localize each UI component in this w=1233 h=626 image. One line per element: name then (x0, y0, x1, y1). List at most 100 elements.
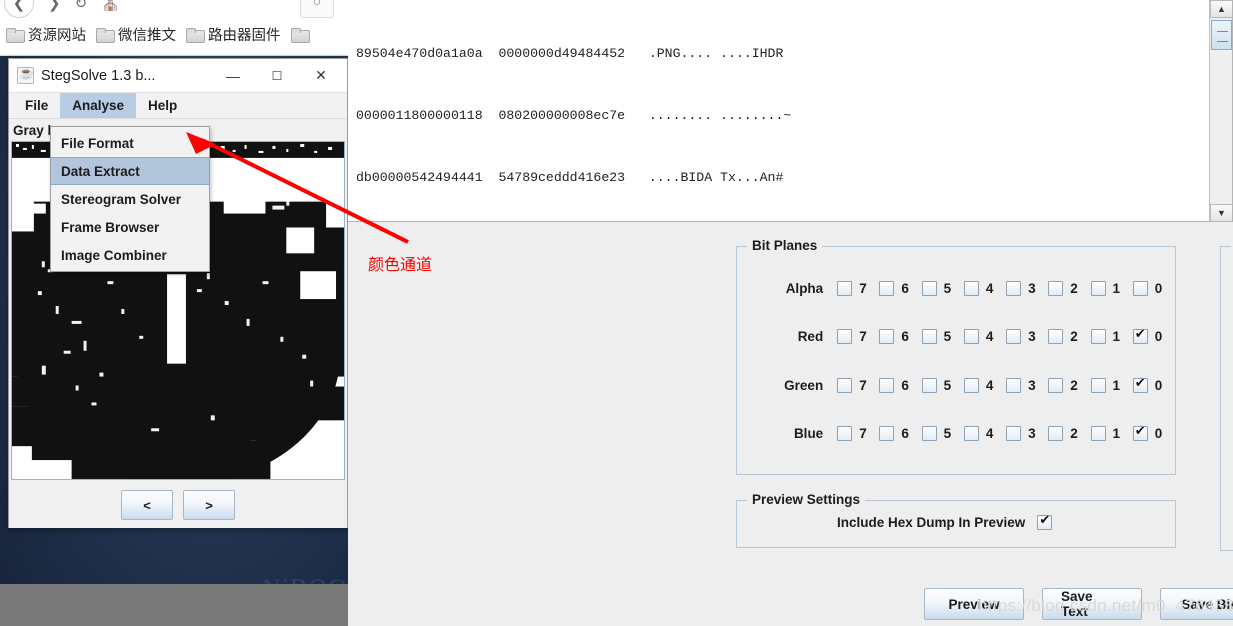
blue-bit-7[interactable]: 7 (837, 425, 879, 441)
checkbox[interactable] (1132, 280, 1148, 296)
analyse-dropdown-menu: File Format Data Extract Stereogram Solv… (50, 126, 210, 272)
red-bit-6[interactable]: 6 (879, 328, 921, 344)
blue-bit-6[interactable]: 6 (879, 425, 921, 441)
checkbox[interactable] (837, 280, 853, 296)
checkbox[interactable] (921, 328, 937, 344)
checkbox[interactable] (1090, 425, 1106, 441)
scroll-down-icon[interactable]: ▼ (1210, 204, 1232, 221)
menu-item-image-combiner[interactable]: Image Combiner (51, 241, 209, 269)
alpha-bit-4[interactable]: 4 (963, 280, 1006, 296)
checkbox[interactable] (837, 377, 853, 393)
checkbox[interactable] (1006, 280, 1022, 296)
green-bit-2[interactable]: 2 (1048, 377, 1090, 393)
bookmark-item[interactable]: 资源网站 (6, 24, 86, 45)
checkbox[interactable] (1132, 376, 1148, 393)
checkbox[interactable] (1090, 328, 1106, 344)
checkbox[interactable] (837, 425, 853, 441)
minimize-button[interactable]: — (211, 59, 255, 92)
checkbox[interactable] (1006, 328, 1022, 344)
hex-dump-scrollbar[interactable]: ▲ ▼ (1209, 0, 1232, 221)
checkbox[interactable] (1048, 328, 1064, 344)
blue-bit-1[interactable]: 1 (1090, 425, 1133, 441)
menu-item-frame-browser[interactable]: Frame Browser (51, 213, 209, 241)
stegsolve-titlebar: StegSolve 1.3 b... — ☐ ✕ (9, 59, 347, 93)
bookmarks-bar: 资源网站 微信推文 路由器固件 (6, 24, 310, 45)
close-button[interactable]: ✕ (299, 59, 343, 92)
hex-dump-pane[interactable]: 89504e470d0a1a0a 0000000d49484452 .PNG..… (348, 0, 1233, 222)
menu-item-file-format[interactable]: File Format (51, 129, 209, 157)
checkbox[interactable] (879, 377, 895, 393)
green-bit-1[interactable]: 1 (1090, 377, 1133, 393)
alpha-bit-1[interactable]: 1 (1090, 280, 1133, 296)
next-plane-button[interactable]: > (183, 490, 235, 520)
checkbox[interactable] (1048, 280, 1064, 296)
checkbox[interactable] (837, 328, 853, 344)
green-bit-0[interactable]: 0 (1132, 376, 1175, 393)
profile-icon[interactable]: ○ (300, 0, 334, 18)
blue-bit-4[interactable]: 4 (963, 425, 1006, 441)
checkbox[interactable] (963, 280, 979, 296)
green-bit-7[interactable]: 7 (837, 377, 879, 393)
alpha-bit-3[interactable]: 3 (1006, 280, 1048, 296)
checkbox[interactable] (1090, 377, 1106, 393)
checkbox[interactable] (1006, 377, 1022, 393)
red-bit-3[interactable]: 3 (1006, 328, 1048, 344)
checkbox[interactable] (1132, 424, 1148, 441)
bookmark-item[interactable]: 微信推文 (96, 24, 176, 45)
blue-bit-5[interactable]: 5 (921, 425, 964, 441)
blue-bit-0[interactable]: 0 (1132, 424, 1175, 441)
include-hex-dump-row[interactable]: Include Hex Dump In Preview (837, 513, 1053, 530)
bookmark-item[interactable] (290, 28, 310, 43)
back-icon[interactable]: ❮ (4, 0, 34, 18)
checkbox[interactable] (921, 425, 937, 441)
red-bit-1[interactable]: 1 (1090, 328, 1133, 344)
checkbox[interactable] (1006, 425, 1022, 441)
red-bit-5[interactable]: 5 (921, 328, 964, 344)
alpha-bit-5[interactable]: 5 (921, 280, 964, 296)
menu-file[interactable]: File (13, 93, 60, 118)
bookmark-label: 资源网站 (28, 28, 86, 44)
green-bit-3[interactable]: 3 (1006, 377, 1048, 393)
reload-icon[interactable]: ↻ (75, 0, 88, 12)
checkbox[interactable] (1048, 377, 1064, 393)
red-bit-7[interactable]: 7 (837, 328, 879, 344)
bookmark-item[interactable]: 路由器固件 (186, 24, 281, 45)
menu-item-stereogram-solver[interactable]: Stereogram Solver (51, 185, 209, 213)
green-bit-5[interactable]: 5 (921, 377, 964, 393)
forward-icon[interactable]: ❯ (48, 0, 61, 12)
checkbox[interactable] (879, 280, 895, 296)
checkbox[interactable] (1048, 425, 1064, 441)
scrollbar-thumb[interactable] (1211, 20, 1232, 50)
checkbox[interactable] (963, 328, 979, 344)
red-bit-2[interactable]: 2 (1048, 328, 1090, 344)
blue-bit-2[interactable]: 2 (1048, 425, 1090, 441)
alpha-bit-6[interactable]: 6 (879, 280, 921, 296)
menu-help[interactable]: Help (136, 93, 189, 118)
checkbox[interactable] (1132, 327, 1148, 344)
alpha-bit-7[interactable]: 7 (837, 280, 879, 296)
hex-dump-text: 89504e470d0a1a0a 0000000d49484452 .PNG..… (356, 2, 1208, 221)
green-bit-4[interactable]: 4 (963, 377, 1006, 393)
home-icon[interactable]: ⛪ (101, 0, 120, 12)
checkbox[interactable] (879, 425, 895, 441)
green-bit-6[interactable]: 6 (879, 377, 921, 393)
checkbox[interactable] (1090, 280, 1106, 296)
include-hex-dump-checkbox[interactable] (1037, 513, 1053, 530)
prev-plane-button[interactable]: < (121, 490, 173, 520)
checkbox[interactable] (921, 280, 937, 296)
menu-item-data-extract[interactable]: Data Extract (51, 157, 209, 185)
checkbox[interactable] (879, 328, 895, 344)
alpha-bit-0[interactable]: 0 (1132, 280, 1175, 296)
checkbox[interactable] (921, 377, 937, 393)
hex-line: db00000542494441 54789ceddd416e23 ....BI… (356, 170, 784, 186)
red-bit-4[interactable]: 4 (963, 328, 1006, 344)
blue-bit-3[interactable]: 3 (1006, 425, 1048, 441)
red-bit-0[interactable]: 0 (1132, 327, 1175, 344)
checkbox[interactable] (963, 377, 979, 393)
scroll-up-icon[interactable]: ▲ (1210, 0, 1232, 18)
menu-analyse[interactable]: Analyse (60, 93, 137, 118)
maximize-button[interactable]: ☐ (255, 59, 299, 92)
stegsolve-menubar: File Analyse Help (9, 93, 347, 119)
alpha-bit-2[interactable]: 2 (1048, 280, 1090, 296)
checkbox[interactable] (963, 425, 979, 441)
